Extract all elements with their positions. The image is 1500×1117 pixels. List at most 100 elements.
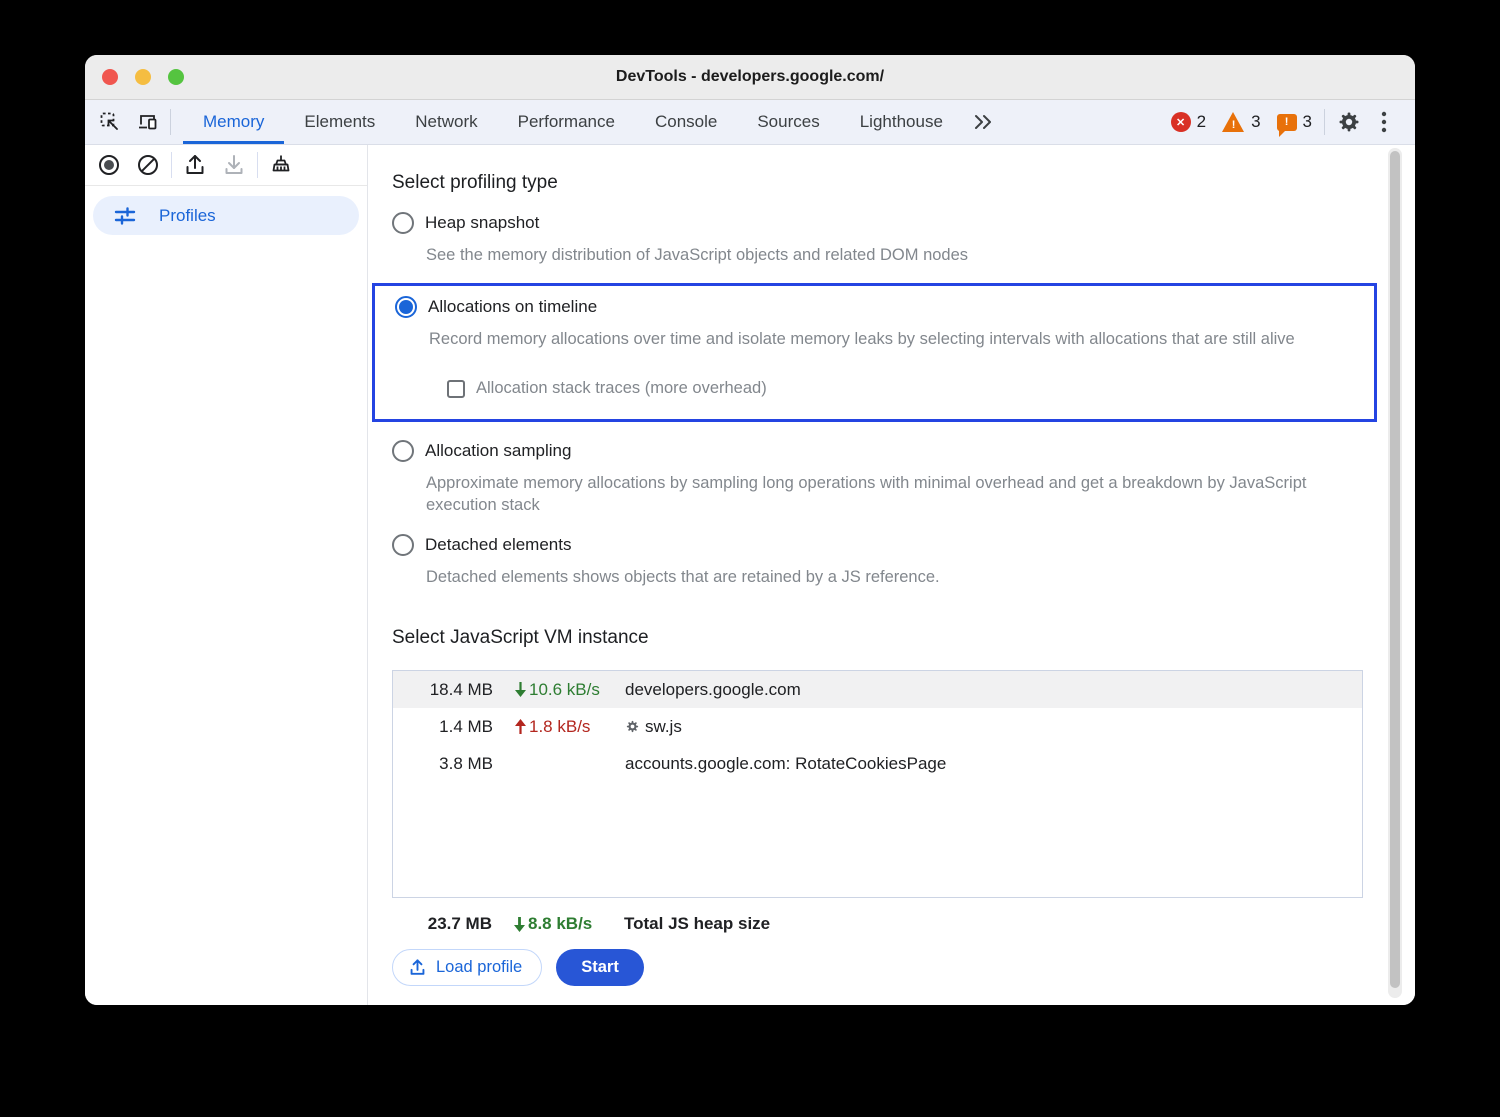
upload-icon bbox=[408, 958, 427, 977]
vm-instance-table: 18.4 MB 10.6 kB/s developers.google.com … bbox=[392, 670, 1363, 898]
double-chevron-icon bbox=[971, 114, 995, 130]
heap-snapshot-description: See the memory distribution of JavaScrip… bbox=[426, 244, 1353, 266]
tab-performance[interactable]: Performance bbox=[498, 100, 635, 144]
error-icon: ✕ bbox=[1171, 112, 1191, 132]
service-worker-gear-icon bbox=[625, 719, 640, 734]
allocations-timeline-label: Allocations on timeline bbox=[428, 297, 597, 317]
customize-devtools-button[interactable] bbox=[1373, 106, 1405, 138]
total-heap-row: 23.7 MB 8.8 kB/s Total JS heap size bbox=[392, 914, 1363, 934]
vm-instance-heading: Select JavaScript VM instance bbox=[392, 627, 1353, 649]
issues-count: 3 bbox=[1303, 112, 1312, 132]
status-badges: ✕ 2 ! 3 ! 3 bbox=[1167, 100, 1415, 144]
allocation-sampling-radio[interactable] bbox=[392, 440, 414, 462]
inspect-cursor-icon bbox=[99, 111, 121, 133]
total-heap-label: Total JS heap size bbox=[624, 914, 1363, 934]
brush-icon bbox=[269, 153, 293, 177]
scrollbar-track[interactable] bbox=[1388, 148, 1402, 998]
devtools-window: DevTools - developers.google.com/ bbox=[85, 55, 1415, 1005]
window-title: DevTools - developers.google.com/ bbox=[85, 68, 1415, 86]
warning-icon: ! bbox=[1222, 112, 1245, 132]
total-heap-size: 23.7 MB bbox=[392, 914, 492, 934]
tab-network[interactable]: Network bbox=[395, 100, 497, 144]
down-arrow-icon bbox=[513, 681, 528, 698]
start-button[interactable]: Start bbox=[556, 949, 644, 986]
load-profile-button[interactable]: Load profile bbox=[392, 949, 542, 986]
toolbar-divider bbox=[1324, 109, 1325, 135]
sidebar-item-profiles[interactable]: Profiles bbox=[93, 196, 359, 235]
option-allocations-timeline: Allocations on timeline bbox=[395, 296, 1374, 318]
close-window-button[interactable] bbox=[102, 69, 118, 85]
inspect-element-button[interactable] bbox=[94, 106, 126, 138]
up-arrow-icon bbox=[513, 718, 528, 735]
vm-row-sw-js[interactable]: 1.4 MB 1.8 kB/s bbox=[393, 708, 1362, 745]
download-icon bbox=[222, 153, 246, 177]
tab-memory[interactable]: Memory bbox=[183, 100, 284, 144]
tab-elements[interactable]: Elements bbox=[284, 100, 395, 144]
allocation-stack-traces-label: Allocation stack traces (more overhead) bbox=[476, 379, 767, 398]
scrollbar-thumb[interactable] bbox=[1390, 151, 1400, 988]
heap-size-value: 3.8 MB bbox=[393, 754, 493, 774]
memory-panel: Profiles Select profiling type Heap snap… bbox=[85, 145, 1415, 1005]
load-profile-toolbar-button[interactable] bbox=[179, 149, 211, 181]
devtools-toolbar: Memory Elements Network Performance Cons… bbox=[85, 100, 1415, 145]
allocation-stack-traces-row: Allocation stack traces (more overhead) bbox=[447, 379, 1374, 398]
down-arrow-icon bbox=[512, 916, 527, 933]
toolbar-divider bbox=[170, 109, 171, 135]
panel-tabs: Memory Elements Network Performance Cons… bbox=[183, 100, 1003, 144]
total-heap-rate-cell: 8.8 kB/s bbox=[492, 914, 624, 934]
heap-size-value: 1.4 MB bbox=[393, 717, 493, 737]
memory-sidebar: Profiles bbox=[85, 145, 368, 1005]
allocations-timeline-focus-box: Allocations on timeline Record memory al… bbox=[372, 283, 1377, 422]
allocation-stack-traces-checkbox[interactable] bbox=[447, 380, 465, 398]
allocations-timeline-radio[interactable] bbox=[395, 296, 417, 318]
profiling-type-heading: Select profiling type bbox=[392, 172, 1353, 194]
heap-snapshot-radio[interactable] bbox=[392, 212, 414, 234]
launcher-content: Select profiling type Heap snapshot See … bbox=[368, 145, 1353, 986]
heap-rate-cell: 10.6 kB/s bbox=[493, 680, 625, 700]
detached-elements-description: Detached elements shows objects that are… bbox=[426, 566, 1353, 588]
tune-sliders-icon bbox=[113, 204, 137, 228]
toolbar-divider bbox=[257, 152, 258, 178]
tab-console[interactable]: Console bbox=[635, 100, 737, 144]
load-profile-label: Load profile bbox=[436, 958, 522, 977]
vm-row-accounts-google[interactable]: 3.8 MB accounts.google.com: RotateCookie… bbox=[393, 745, 1362, 782]
warning-count: 3 bbox=[1251, 112, 1260, 132]
option-heap-snapshot: Heap snapshot bbox=[392, 212, 1353, 234]
vm-instance-name-cell: sw.js bbox=[625, 717, 1362, 737]
profile-launcher-view: Select profiling type Heap snapshot See … bbox=[368, 145, 1415, 1005]
detached-elements-radio[interactable] bbox=[392, 534, 414, 556]
profiles-label: Profiles bbox=[159, 206, 216, 226]
tab-sources[interactable]: Sources bbox=[737, 100, 839, 144]
launcher-actions: Load profile Start bbox=[392, 949, 1353, 986]
kebab-menu-icon bbox=[1381, 111, 1387, 133]
issues-badge[interactable]: ! 3 bbox=[1273, 112, 1316, 132]
vm-row-developers-google[interactable]: 18.4 MB 10.6 kB/s developers.google.com bbox=[393, 671, 1362, 708]
minimize-window-button[interactable] bbox=[135, 69, 151, 85]
more-tabs-button[interactable] bbox=[963, 100, 1003, 144]
error-count: 2 bbox=[1197, 112, 1206, 132]
toolbar-divider bbox=[171, 152, 172, 178]
allocation-sampling-description: Approximate memory allocations by sampli… bbox=[426, 472, 1353, 516]
record-profile-button[interactable] bbox=[93, 149, 125, 181]
toggle-device-toolbar-button[interactable] bbox=[132, 106, 164, 138]
vm-instance-name: accounts.google.com: RotateCookiesPage bbox=[625, 754, 1362, 774]
allocations-timeline-description: Record memory allocations over time and … bbox=[429, 328, 1364, 350]
settings-button[interactable] bbox=[1333, 106, 1365, 138]
toolbar-spacer bbox=[1003, 100, 1167, 144]
option-detached-elements: Detached elements bbox=[392, 534, 1353, 556]
heap-snapshot-label: Heap snapshot bbox=[425, 213, 539, 233]
device-toolbar-icon bbox=[137, 111, 159, 133]
save-profile-toolbar-button[interactable] bbox=[218, 149, 250, 181]
zoom-window-button[interactable] bbox=[168, 69, 184, 85]
errors-badge[interactable]: ✕ 2 bbox=[1167, 112, 1210, 132]
heap-rate-cell: 1.8 kB/s bbox=[493, 717, 625, 737]
upload-icon bbox=[183, 153, 207, 177]
allocation-sampling-label: Allocation sampling bbox=[425, 441, 571, 461]
record-icon bbox=[97, 153, 121, 177]
warnings-badge[interactable]: ! 3 bbox=[1218, 112, 1264, 132]
clear-profiles-button[interactable] bbox=[132, 149, 164, 181]
heap-rate-value: 10.6 kB/s bbox=[529, 680, 600, 700]
clear-all-button[interactable] bbox=[265, 149, 297, 181]
tab-lighthouse[interactable]: Lighthouse bbox=[840, 100, 963, 144]
vm-instance-name: sw.js bbox=[645, 717, 682, 737]
